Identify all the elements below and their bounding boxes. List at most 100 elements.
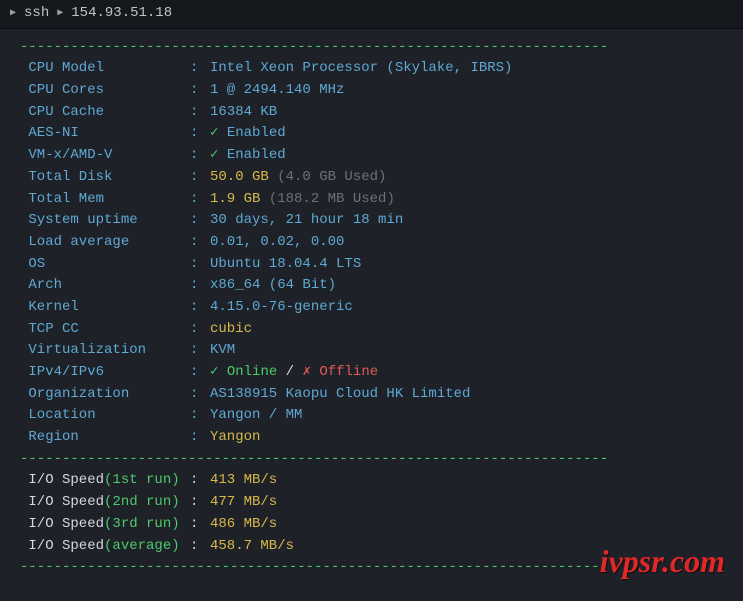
info-label: Region — [20, 427, 190, 449]
ssh-label: ssh — [24, 3, 49, 25]
info-label: IPv4/IPv6 — [20, 362, 190, 384]
info-label: Virtualization — [20, 340, 190, 362]
triangle-icon: ▶ — [57, 6, 63, 22]
info-suffix: (188.2 MB Used) — [260, 189, 394, 211]
colon: : — [190, 123, 210, 145]
io-label-text: I/O Speed — [20, 538, 104, 554]
info-row: AES-NI : ✓ Enabled — [0, 123, 743, 145]
info-value: Enabled — [227, 145, 286, 167]
info-label: Kernel — [20, 297, 190, 319]
check-icon: ✓ — [210, 123, 227, 145]
info-row: CPU Cores : 1 @ 2494.140 MHz — [0, 80, 743, 102]
info-value: 1.9 GB — [210, 189, 260, 211]
info-value: Yangon / MM — [210, 405, 302, 427]
io-label: I/O Speed(2nd run) — [20, 492, 190, 514]
colon: : — [190, 80, 210, 102]
colon: : — [190, 232, 210, 254]
colon: : — [190, 167, 210, 189]
io-run: (average) — [104, 538, 180, 554]
info-value: 50.0 GB — [210, 167, 269, 189]
info-label: AES-NI — [20, 123, 190, 145]
triangle-icon: ▶ — [10, 6, 16, 22]
colon: : — [190, 405, 210, 427]
info-label: OS — [20, 254, 190, 276]
colon: : — [190, 58, 210, 80]
info-value: cubic — [210, 319, 252, 341]
info-value: 16384 KB — [210, 102, 277, 124]
info-label: System uptime — [20, 210, 190, 232]
info-label: Total Mem — [20, 189, 190, 211]
colon: : — [190, 362, 210, 384]
colon: : — [190, 514, 210, 536]
colon: : — [190, 145, 210, 167]
terminal-header: ▶ ssh ▶ 154.93.51.18 — [0, 0, 743, 29]
info-row: Kernel : 4.15.0-76-generic — [0, 297, 743, 319]
io-label-text: I/O Speed — [20, 516, 104, 532]
info-suffix: (4.0 GB Used) — [269, 167, 387, 189]
io-label: I/O Speed(average) — [20, 536, 190, 558]
info-value: Yangon — [210, 427, 260, 449]
info-value: x86_64 (64 Bit) — [210, 275, 336, 297]
io-label: I/O Speed(1st run) — [20, 470, 190, 492]
host-ip: 154.93.51.18 — [71, 3, 172, 25]
info-label: Location — [20, 405, 190, 427]
divider-line: ----------------------------------------… — [0, 37, 743, 59]
check-icon: ✓ — [210, 362, 227, 384]
io-run: (2nd run) — [104, 494, 180, 510]
colon: : — [190, 189, 210, 211]
info-label: VM-x/AMD-V — [20, 145, 190, 167]
colon: : — [190, 492, 210, 514]
check-icon: ✓ — [210, 145, 227, 167]
colon: : — [190, 536, 210, 558]
info-value: AS138915 Kaopu Cloud HK Limited — [210, 384, 470, 406]
io-value: 458.7 MB/s — [210, 536, 294, 558]
info-row: CPU Cache : 16384 KB — [0, 102, 743, 124]
terminal-output: ----------------------------------------… — [0, 29, 743, 579]
colon: : — [190, 470, 210, 492]
info-value: 1 @ 2494.140 MHz — [210, 80, 344, 102]
info-value: 4.15.0-76-generic — [210, 297, 353, 319]
io-row: I/O Speed(1st run) : 413 MB/s — [0, 470, 743, 492]
io-run: (3rd run) — [104, 516, 180, 532]
info-value: 30 days, 21 hour 18 min — [210, 210, 403, 232]
ipv4-status: Online — [227, 362, 277, 384]
ipv6-status: Offline — [319, 362, 378, 384]
cross-icon: ✗ — [302, 362, 319, 384]
io-row: I/O Speed(2nd run) : 477 MB/s — [0, 492, 743, 514]
io-run: (1st run) — [104, 472, 180, 488]
info-value: KVM — [210, 340, 235, 362]
io-value: 486 MB/s — [210, 514, 277, 536]
divider-line: ----------------------------------------… — [0, 449, 743, 471]
colon: : — [190, 340, 210, 362]
colon: : — [190, 319, 210, 341]
info-row: VM-x/AMD-V : ✓ Enabled — [0, 145, 743, 167]
info-label: Arch — [20, 275, 190, 297]
info-label: CPU Cores — [20, 80, 190, 102]
separator: / — [277, 362, 302, 384]
info-value: Enabled — [227, 123, 286, 145]
colon: : — [190, 102, 210, 124]
colon: : — [190, 210, 210, 232]
info-row: Total Mem : 1.9 GB (188.2 MB Used) — [0, 189, 743, 211]
info-label: CPU Model — [20, 58, 190, 80]
io-row: I/O Speed(3rd run) : 486 MB/s — [0, 514, 743, 536]
info-row: Load average : 0.01, 0.02, 0.00 — [0, 232, 743, 254]
info-value: Intel Xeon Processor (Skylake, IBRS) — [210, 58, 512, 80]
info-label: Organization — [20, 384, 190, 406]
info-row: TCP CC : cubic — [0, 319, 743, 341]
io-label: I/O Speed(3rd run) — [20, 514, 190, 536]
info-row: System uptime : 30 days, 21 hour 18 min — [0, 210, 743, 232]
info-label: Load average — [20, 232, 190, 254]
colon: : — [190, 427, 210, 449]
watermark: ivpsr.com — [600, 537, 725, 587]
info-row: CPU Model : Intel Xeon Processor (Skylak… — [0, 58, 743, 80]
info-row: IPv4/IPv6 : ✓ Online / ✗ Offline — [0, 362, 743, 384]
info-row: Location : Yangon / MM — [0, 405, 743, 427]
info-label: TCP CC — [20, 319, 190, 341]
io-label-text: I/O Speed — [20, 494, 104, 510]
info-value: 0.01, 0.02, 0.00 — [210, 232, 344, 254]
info-row: Region : Yangon — [0, 427, 743, 449]
info-row: OS : Ubuntu 18.04.4 LTS — [0, 254, 743, 276]
io-value: 413 MB/s — [210, 470, 277, 492]
colon: : — [190, 254, 210, 276]
